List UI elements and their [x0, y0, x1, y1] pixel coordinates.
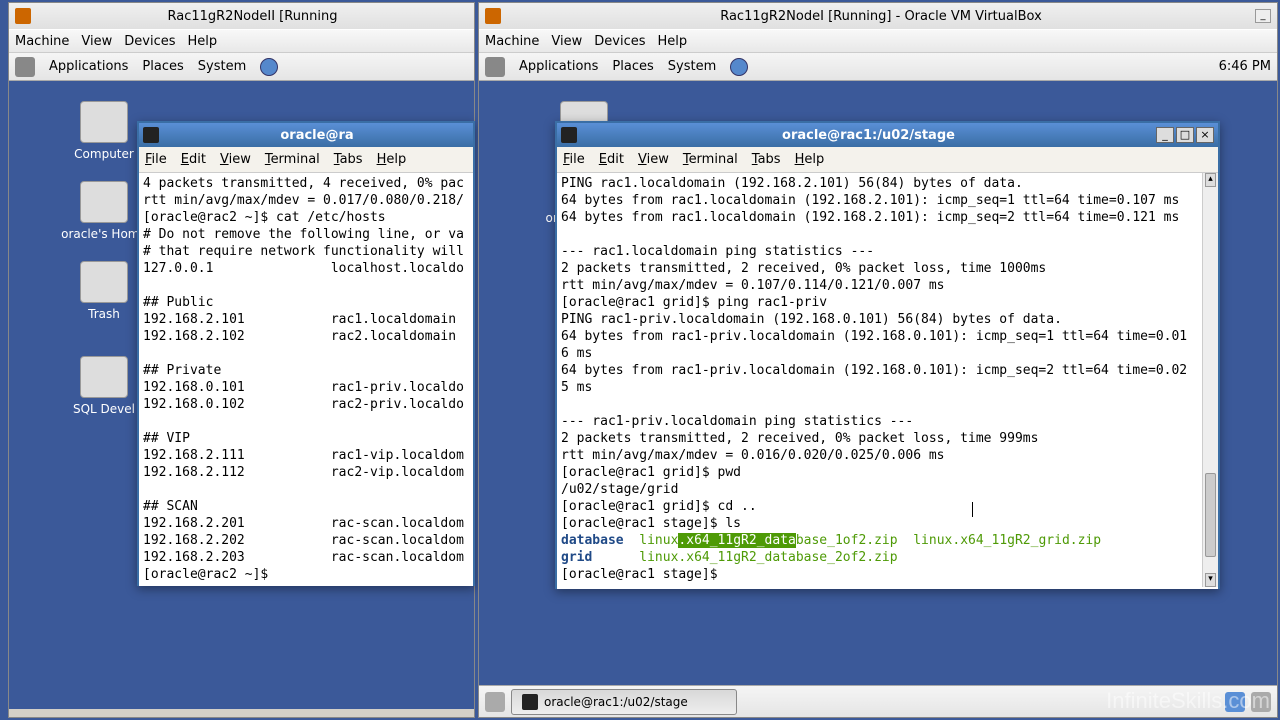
vm-window-left: Rac11gR2NodeII [Running Machine View Dev…: [8, 2, 475, 718]
gnome-panel-left: Applications Places System: [9, 53, 474, 81]
desktop-icon-home[interactable]: oracle's Home: [59, 181, 149, 241]
virtualbox-icon: [485, 8, 501, 24]
menu-edit[interactable]: Edit: [181, 152, 206, 167]
menu-system[interactable]: System: [668, 59, 716, 74]
menu-help[interactable]: Help: [658, 34, 688, 49]
menu-machine[interactable]: Machine: [485, 34, 539, 49]
menu-applications[interactable]: Applications: [49, 59, 128, 74]
close-button[interactable]: ×: [1196, 127, 1214, 143]
menu-help-term[interactable]: Help: [377, 152, 407, 167]
taskbar-item-terminal[interactable]: oracle@rac1:/u02/stage: [511, 689, 737, 715]
terminal-icon: [561, 127, 577, 143]
gnome-foot-icon[interactable]: [15, 57, 35, 77]
vm-titlebar-right[interactable]: Rac11gR2NodeI [Running] - Oracle VM Virt…: [479, 3, 1277, 29]
folder-home-icon: [80, 181, 128, 223]
menu-machine[interactable]: Machine: [15, 34, 69, 49]
desktop-right[interactable]: Co oracle oracle@rac1:/u02/stage _ □ × F…: [479, 81, 1277, 685]
sqldeveloper-icon: [80, 356, 128, 398]
maximize-button[interactable]: □: [1176, 127, 1194, 143]
menu-places[interactable]: Places: [612, 59, 653, 74]
menu-terminal[interactable]: Terminal: [265, 152, 320, 167]
minimize-button[interactable]: _: [1156, 127, 1174, 143]
menu-applications[interactable]: Applications: [519, 59, 598, 74]
scrollbar-up-arrow[interactable]: ▴: [1205, 173, 1216, 187]
gnome-panel-right: Applications Places System 6:46 PM: [479, 53, 1277, 81]
desktop-left[interactable]: Computer oracle's Home Trash SQL Devel o…: [9, 81, 474, 709]
browser-icon[interactable]: [730, 58, 748, 76]
terminal-content-left[interactable]: 4 packets transmitted, 4 received, 0% pa…: [139, 173, 473, 586]
menu-terminal[interactable]: Terminal: [683, 152, 738, 167]
text-cursor: [972, 502, 973, 517]
scrollbar-down-arrow[interactable]: ▾: [1205, 573, 1216, 587]
watermark: InfiniteSkills.com: [1106, 688, 1270, 714]
menu-file[interactable]: File: [145, 152, 167, 167]
desktop-icon-trash[interactable]: Trash: [59, 261, 149, 321]
menu-file[interactable]: File: [563, 152, 585, 167]
vm-title-left: Rac11gR2NodeII [Running: [37, 9, 468, 24]
minimize-button[interactable]: _: [1255, 9, 1271, 23]
scrollbar-thumb[interactable]: [1205, 473, 1216, 557]
terminal-titlebar-left[interactable]: oracle@ra: [139, 123, 473, 147]
terminal-window-left: oracle@ra File Edit View Terminal Tabs H…: [137, 121, 475, 586]
terminal-icon: [143, 127, 159, 143]
desktop-icon-computer[interactable]: Computer: [59, 101, 149, 161]
menu-devices[interactable]: Devices: [594, 34, 645, 49]
menu-tabs[interactable]: Tabs: [334, 152, 363, 167]
menu-tabs[interactable]: Tabs: [752, 152, 781, 167]
menu-edit[interactable]: Edit: [599, 152, 624, 167]
menu-view[interactable]: View: [551, 34, 582, 49]
vm-titlebar-left[interactable]: Rac11gR2NodeII [Running: [9, 3, 474, 29]
computer-icon: [80, 101, 128, 143]
desktop-icon-sqldev[interactable]: SQL Devel: [59, 356, 149, 416]
terminal-titlebar-right[interactable]: oracle@rac1:/u02/stage _ □ ×: [557, 123, 1218, 147]
vm-menubar-left: Machine View Devices Help: [9, 29, 474, 53]
vm-window-right: Rac11gR2NodeI [Running] - Oracle VM Virt…: [478, 2, 1278, 718]
terminal-window-right: oracle@rac1:/u02/stage _ □ × File Edit V…: [555, 121, 1220, 589]
show-desktop-icon[interactable]: [485, 692, 505, 712]
gnome-foot-icon[interactable]: [485, 57, 505, 77]
terminal-scrollbar[interactable]: ▴ ▾: [1202, 173, 1218, 587]
vm-title-right: Rac11gR2NodeI [Running] - Oracle VM Virt…: [507, 9, 1255, 24]
vm-menubar-right: Machine View Devices Help: [479, 29, 1277, 53]
terminal-icon: [522, 694, 538, 710]
terminal-menubar-right: File Edit View Terminal Tabs Help: [557, 147, 1218, 173]
menu-help-term[interactable]: Help: [795, 152, 825, 167]
terminal-menubar-left: File Edit View Terminal Tabs Help: [139, 147, 473, 173]
browser-icon[interactable]: [260, 58, 278, 76]
menu-view-term[interactable]: View: [220, 152, 251, 167]
trash-icon: [80, 261, 128, 303]
menu-help[interactable]: Help: [188, 34, 218, 49]
virtualbox-icon: [15, 8, 31, 24]
menu-system[interactable]: System: [198, 59, 246, 74]
clock[interactable]: 6:46 PM: [1219, 59, 1271, 74]
menu-places[interactable]: Places: [142, 59, 183, 74]
menu-view[interactable]: View: [81, 34, 112, 49]
menu-view-term[interactable]: View: [638, 152, 669, 167]
menu-devices[interactable]: Devices: [124, 34, 175, 49]
terminal-content-right[interactable]: PING rac1.localdomain (192.168.2.101) 56…: [557, 173, 1218, 589]
